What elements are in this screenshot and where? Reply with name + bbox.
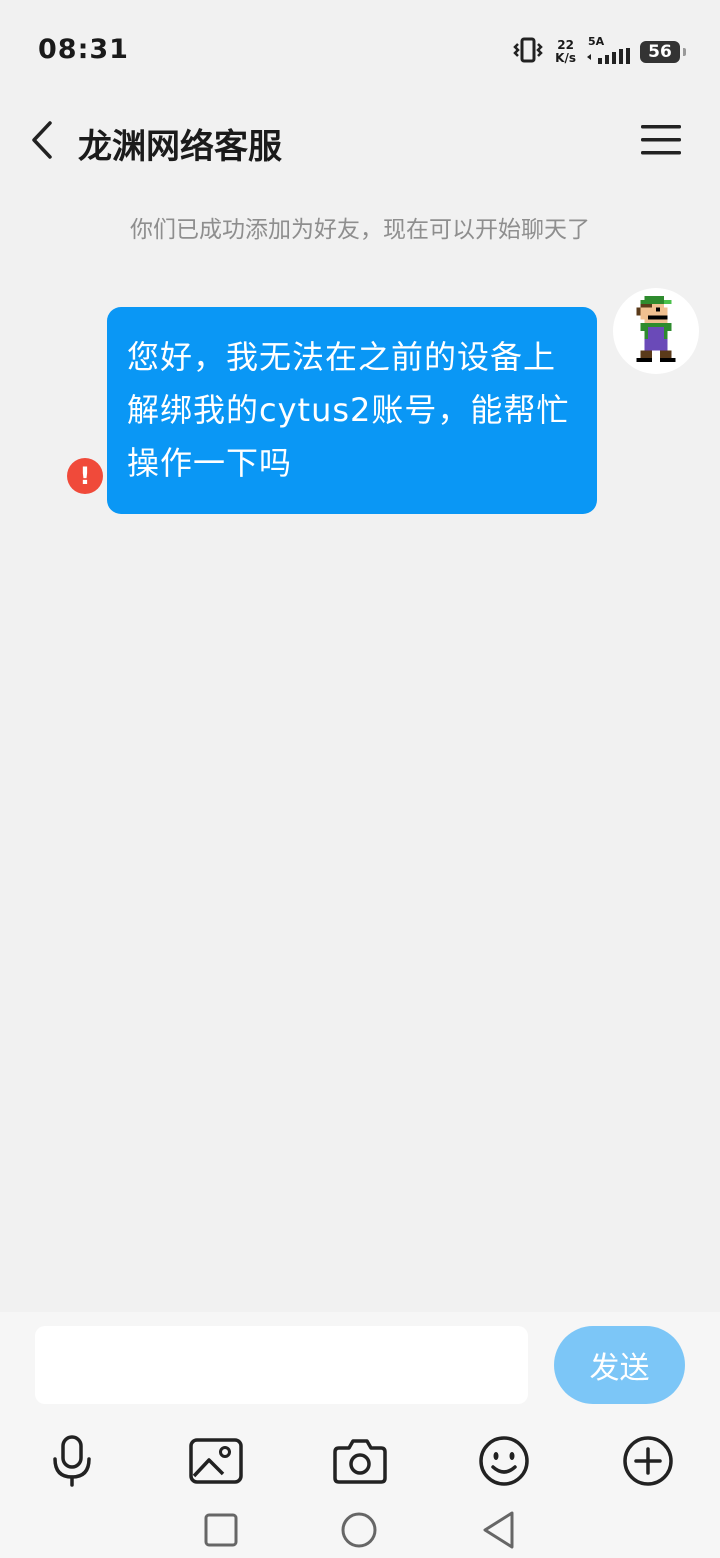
network-speed-unit: K/s	[555, 51, 576, 65]
back-button[interactable]	[22, 118, 62, 162]
emoji-icon	[479, 1436, 529, 1486]
system-nav-bar	[0, 1502, 720, 1558]
emoji-button[interactable]	[473, 1430, 535, 1492]
microphone-icon	[53, 1435, 91, 1487]
network-speed: 22 K/s	[555, 39, 576, 65]
nav-back-button[interactable]	[476, 1508, 520, 1552]
system-notice: 你们已成功添加为好友，现在可以开始聊天了	[130, 217, 590, 243]
composer-toolbar	[0, 1430, 720, 1492]
vibrate-icon	[513, 37, 543, 67]
message-bubble[interactable]: 您好，我无法在之前的设备上解绑我的cytus2账号，能帮忙操作一下吗	[107, 307, 597, 514]
more-button[interactable]	[617, 1430, 679, 1492]
status-icons: 22 K/s 5A 56	[513, 36, 686, 68]
image-icon	[189, 1438, 243, 1484]
title-bar: 龙渊网络客服	[0, 100, 720, 182]
plus-icon	[623, 1436, 673, 1486]
avatar[interactable]	[613, 288, 699, 374]
page-title: 龙渊网络客服	[78, 127, 282, 167]
pixel-character-icon	[636, 296, 676, 363]
message-input[interactable]	[35, 1326, 528, 1404]
back-triangle-icon	[483, 1511, 514, 1549]
home-icon	[341, 1512, 377, 1548]
cellular-signal: 5A	[586, 36, 632, 68]
send-failed-icon[interactable]: !	[67, 458, 103, 494]
camera-icon	[333, 1439, 387, 1484]
recent-apps-button[interactable]	[199, 1508, 243, 1552]
image-button[interactable]	[185, 1430, 247, 1492]
signal-label: 5A	[588, 35, 605, 48]
input-area: 发送	[0, 1312, 720, 1558]
status-time: 08:31	[38, 34, 129, 65]
recent-apps-icon	[204, 1513, 238, 1547]
signal-bars-icon	[586, 48, 632, 68]
voice-button[interactable]	[41, 1430, 103, 1492]
status-bar: 08:31 22 K/s 5A 56	[0, 0, 720, 100]
send-button[interactable]: 发送	[554, 1326, 685, 1404]
menu-icon	[641, 125, 681, 155]
battery-indicator: 56	[640, 41, 686, 63]
home-button[interactable]	[337, 1508, 381, 1552]
menu-button[interactable]	[638, 120, 684, 160]
camera-button[interactable]	[329, 1430, 391, 1492]
message-row: ! 您好，我无法在之前的设备上解绑我的cytus2账号，能帮忙操作一下吗	[0, 288, 720, 518]
back-chevron-icon	[32, 121, 52, 159]
